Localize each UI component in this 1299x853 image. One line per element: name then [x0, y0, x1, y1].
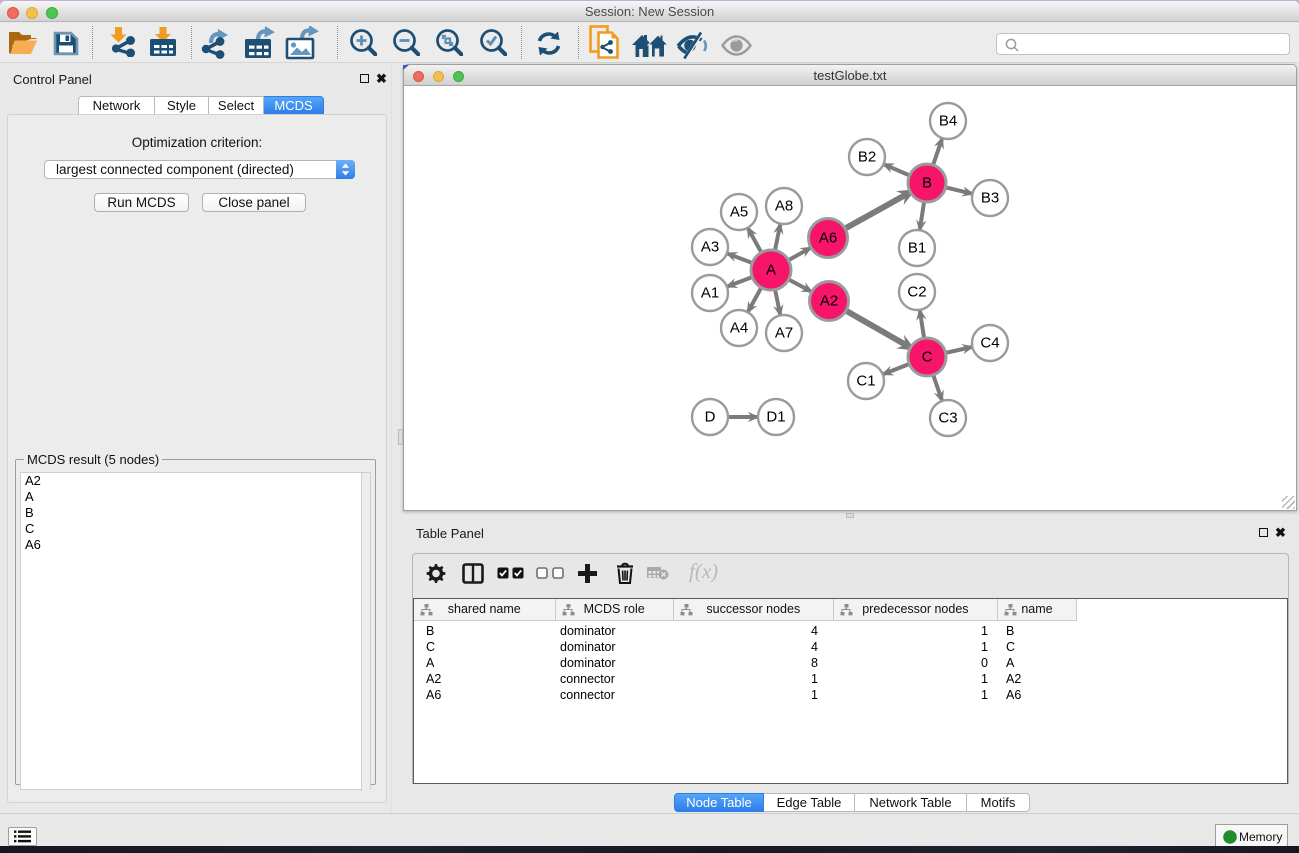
svg-text:D: D [705, 409, 716, 426]
svg-text:B2: B2 [858, 149, 876, 166]
svg-text:A2: A2 [820, 293, 838, 310]
svg-text:A4: A4 [730, 320, 748, 337]
svg-text:C3: C3 [938, 410, 957, 427]
svg-text:A3: A3 [701, 239, 719, 256]
svg-text:C1: C1 [856, 373, 875, 390]
svg-text:B1: B1 [908, 240, 926, 257]
svg-text:C2: C2 [907, 284, 926, 301]
svg-text:A: A [766, 262, 776, 279]
svg-text:B: B [922, 175, 932, 192]
svg-text:B4: B4 [939, 113, 957, 130]
svg-text:A5: A5 [730, 204, 748, 221]
svg-text:D1: D1 [766, 409, 785, 426]
svg-text:C4: C4 [980, 335, 999, 352]
svg-text:A7: A7 [775, 325, 793, 342]
svg-text:B3: B3 [981, 190, 999, 207]
svg-text:A8: A8 [775, 198, 793, 215]
svg-text:A1: A1 [701, 285, 719, 302]
svg-text:C: C [922, 349, 933, 366]
svg-text:A6: A6 [819, 230, 837, 247]
